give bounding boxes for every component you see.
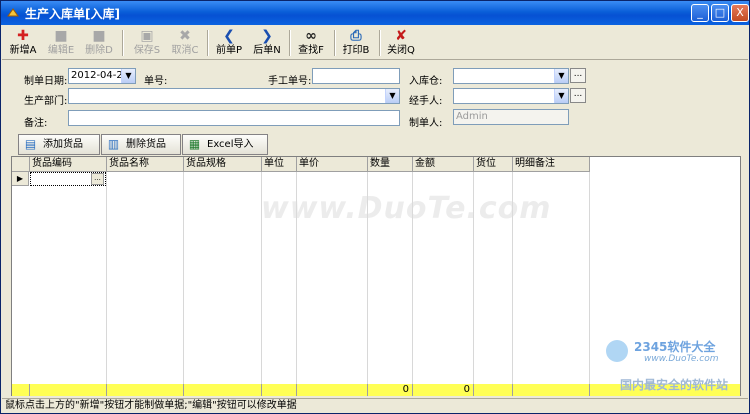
warehouse-select[interactable]: ▼	[453, 68, 569, 84]
remove-goods-icon: ▥	[107, 137, 120, 151]
toolbar: ✚ 新增A ■ 编辑E ■ 删除D ▣ 保存S ✖ 取消C ❮ 前单P ❯ 后单…	[2, 26, 748, 60]
cancel-icon: ✖	[179, 28, 191, 44]
column-header[interactable]: 单位	[262, 157, 297, 172]
brand-slogan: 国内最安全的软件站	[620, 378, 729, 392]
chevron-down-icon[interactable]: ▼	[121, 69, 135, 83]
column-header[interactable]: 货品规格	[184, 157, 262, 172]
maximize-button[interactable]: □	[711, 4, 729, 22]
column-header[interactable]: 单价	[297, 157, 368, 172]
print-button[interactable]: ⎙ 打印B	[340, 27, 372, 59]
column-header[interactable]: 数量	[368, 157, 413, 172]
order-no-label: 单号:	[144, 76, 168, 87]
window-title: 生产入库单[入库]	[25, 7, 120, 21]
save-icon: ▣	[140, 28, 154, 44]
creator-label: 制单人:	[409, 118, 443, 129]
mascot-icon	[606, 340, 628, 362]
grid-line	[589, 172, 590, 385]
cancel-button[interactable]: ✖ 取消C	[168, 27, 202, 59]
chevron-down-icon[interactable]: ▼	[385, 89, 399, 103]
remove-goods-button[interactable]: ▥ 删除货品	[101, 134, 181, 155]
chevron-right-icon: ❯	[261, 28, 273, 44]
column-header[interactable]: 货品编码	[30, 157, 107, 172]
status-bar: 鼠标点击上方的"新增"按钮才能制做单据;"编辑"按钮可以修改单据	[2, 398, 748, 413]
handler-browse-button[interactable]: ...	[570, 88, 586, 103]
app-icon	[6, 6, 20, 20]
prev-button[interactable]: ❮ 前单P	[213, 27, 245, 59]
delete-icon: ■	[92, 28, 106, 44]
close-window-button[interactable]: X	[731, 4, 749, 22]
brand-watermark: 2345软件大全 www.DuoTe.com 国内最安全的软件站	[606, 336, 746, 396]
add-goods-button[interactable]: ▤ 添加货品	[18, 134, 100, 155]
grid-line	[183, 172, 184, 385]
amount-total: 0	[413, 384, 474, 396]
main-window: 生产入库单[入库] _ □ X ✚ 新增A ■ 编辑E ■ 删除D ▣ 保存S …	[0, 0, 750, 414]
manual-no-field[interactable]	[312, 68, 400, 84]
column-header[interactable]: 货品名称	[107, 157, 184, 172]
column-header[interactable]: 明细备注	[513, 157, 590, 172]
find-button[interactable]: ∞ 查找F	[295, 27, 327, 59]
toolbar-separator	[379, 30, 381, 56]
note-field[interactable]	[68, 110, 400, 126]
chevron-down-icon[interactable]: ▼	[554, 89, 568, 103]
dept-label: 生产部门:	[24, 96, 68, 107]
excel-import-button[interactable]: ▦ Excel导入	[182, 134, 268, 155]
chevron-down-icon[interactable]: ▼	[554, 69, 568, 83]
edit-icon: ■	[54, 28, 68, 44]
warehouse-browse-button[interactable]: ...	[570, 68, 586, 83]
column-header[interactable]: 货位	[474, 157, 513, 172]
delete-button[interactable]: ■ 删除D	[82, 27, 116, 59]
grid-line	[106, 172, 107, 385]
chevron-left-icon: ❮	[223, 28, 235, 44]
edit-button[interactable]: ■ 编辑E	[44, 27, 78, 59]
print-preview-icon: ⎙	[350, 28, 362, 44]
toolbar-separator	[289, 30, 291, 56]
cell-browse-button[interactable]: ...	[91, 173, 104, 185]
close-button[interactable]: ✘ 关闭Q	[385, 27, 417, 59]
row-indicator[interactable]: ▶	[12, 172, 29, 186]
dept-select[interactable]: ▼	[68, 88, 400, 104]
quantity-total: 0	[368, 384, 413, 396]
excel-icon: ▦	[188, 137, 201, 151]
brand-name: 2345软件大全	[634, 340, 716, 354]
warehouse-label: 入库仓:	[409, 76, 443, 87]
handler-label: 经手人:	[409, 96, 443, 107]
date-field[interactable]: 2012-04-20 ▼	[68, 68, 136, 84]
minimize-button[interactable]: _	[691, 4, 709, 22]
save-button[interactable]: ▣ 保存S	[130, 27, 164, 59]
close-icon: ✘	[395, 28, 407, 44]
manual-no-label: 手工单号:	[268, 76, 312, 87]
handler-select[interactable]: ▼	[453, 88, 569, 104]
note-label: 备注:	[24, 118, 48, 129]
row-indicator-header	[12, 157, 30, 172]
title-bar[interactable]: 生产入库单[入库] _ □ X	[1, 1, 749, 25]
toolbar-separator	[207, 30, 209, 56]
plus-icon: ✚	[17, 28, 29, 44]
column-header[interactable]: 金额	[413, 157, 474, 172]
date-label: 制单日期:	[24, 76, 68, 87]
creator-field: Admin	[453, 109, 569, 125]
toolbar-separator	[334, 30, 336, 56]
binoculars-icon: ∞	[305, 28, 317, 44]
add-goods-icon: ▤	[24, 137, 37, 151]
toolbar-separator	[122, 30, 124, 56]
table-header: 货品编码 货品名称 货品规格 单位 单价 数量 金额 货位 明细备注	[12, 157, 740, 172]
watermark: www.DuoTe.com	[261, 191, 552, 226]
next-button[interactable]: ❯ 后单N	[251, 27, 283, 59]
brand-url: www.DuoTe.com	[644, 354, 719, 364]
new-button[interactable]: ✚ 新增A	[8, 27, 38, 59]
current-cell-goods-code[interactable]: ...	[30, 172, 106, 186]
form-area: 制单日期: 2012-04-20 ▼ 单号: 手工单号: 入库仓: ▼ ... …	[2, 61, 748, 131]
